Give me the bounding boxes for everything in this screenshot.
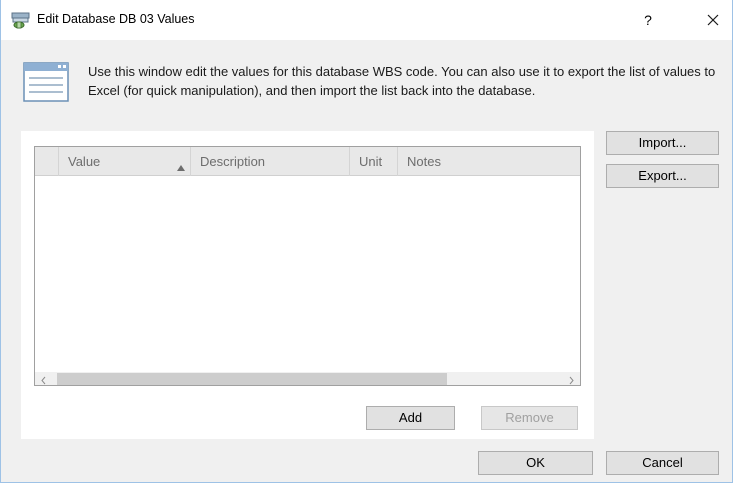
scrollbar-thumb[interactable] (57, 373, 447, 385)
column-header-label: Value (68, 154, 101, 169)
add-button[interactable]: Add (366, 406, 455, 430)
cancel-button[interactable]: Cancel (606, 451, 719, 475)
column-header-value[interactable]: Value (59, 147, 191, 176)
horizontal-scrollbar[interactable] (35, 372, 580, 385)
grid-header: Value Description Unit Notes (35, 147, 580, 176)
database-wbs-icon (11, 10, 31, 30)
column-header-notes[interactable]: Notes (398, 147, 580, 176)
export-button[interactable]: Export... (606, 164, 719, 188)
help-button[interactable]: ? (633, 7, 663, 33)
column-header-description[interactable]: Description (191, 147, 350, 176)
values-panel: Value Description Unit Notes Add Remove (21, 131, 594, 439)
column-header-unit[interactable]: Unit (350, 147, 398, 176)
instruction-text: Use this window edit the values for this… (88, 64, 716, 98)
sort-ascending-icon (177, 152, 185, 171)
window-title: Edit Database DB 03 Values (37, 12, 195, 26)
title-bar: Edit Database DB 03 Values ? (1, 0, 732, 40)
chevron-right-icon[interactable] (563, 372, 580, 385)
import-button[interactable]: Import... (606, 131, 719, 155)
values-grid[interactable]: Value Description Unit Notes (34, 146, 581, 386)
edit-values-dialog: Edit Database DB 03 Values ? Use this wi… (0, 0, 733, 483)
close-icon (693, 14, 733, 38)
row-selector-header[interactable] (35, 147, 59, 176)
remove-button[interactable]: Remove (481, 406, 578, 430)
close-button[interactable] (693, 5, 733, 35)
ok-button[interactable]: OK (478, 451, 593, 475)
list-window-icon (23, 62, 69, 102)
chevron-left-icon[interactable] (35, 372, 52, 385)
